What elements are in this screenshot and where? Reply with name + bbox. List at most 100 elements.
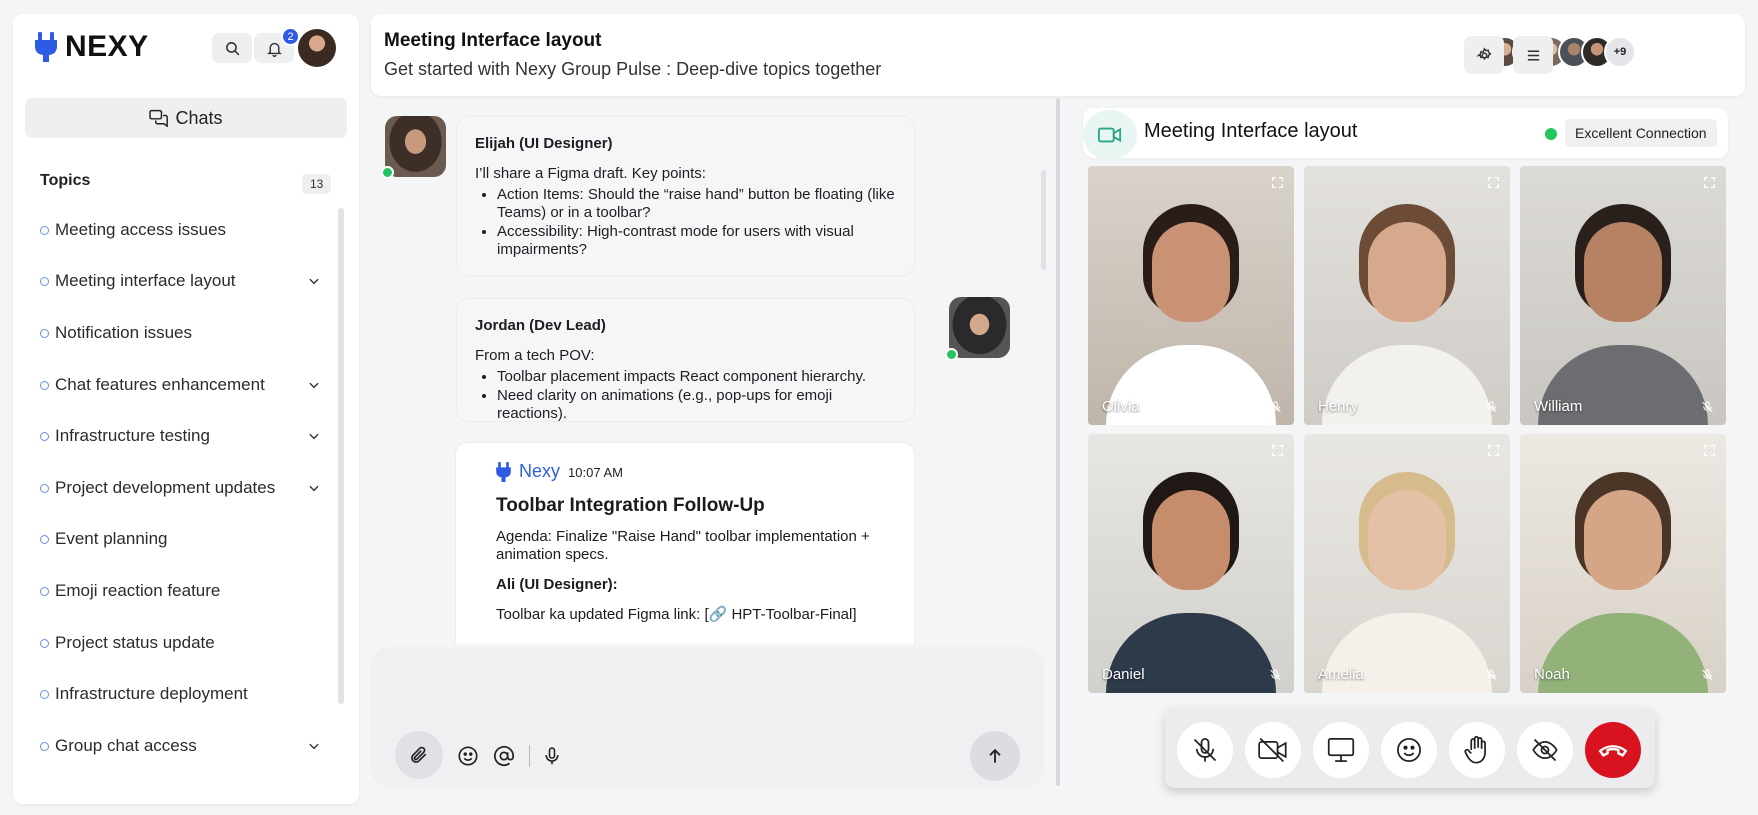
- topic-bullet-icon: [40, 277, 49, 287]
- participant-name: William: [1534, 398, 1583, 415]
- bot-agenda: Agenda: Finalize "Raise Hand" toolbar im…: [496, 528, 870, 564]
- composer-divider: [529, 745, 530, 767]
- chat-scrollbar[interactable]: [1041, 170, 1046, 270]
- participant-face: [1152, 490, 1230, 590]
- chevron-down-icon[interactable]: [307, 481, 321, 495]
- search-icon: [225, 41, 239, 55]
- bell-icon: [266, 42, 282, 57]
- muted-microphone-icon: [1270, 401, 1281, 413]
- toggle-camera-button[interactable]: [1245, 722, 1301, 778]
- participant-video-tile[interactable]: Daniel: [1088, 434, 1294, 693]
- hamburger-menu-icon: [1527, 49, 1539, 61]
- video-camera-icon: [1098, 127, 1122, 143]
- sidebar-topic-item[interactable]: Project development updates: [35, 462, 331, 514]
- figma-link[interactable]: Toolbar ka updated Figma link: [🔗 HPT-To…: [496, 606, 874, 624]
- participant-name: Amelia: [1318, 666, 1364, 683]
- attach-button[interactable]: [395, 731, 443, 779]
- chevron-down-icon[interactable]: [307, 739, 321, 753]
- plug-logo-icon: [35, 32, 57, 62]
- sidebar-topic-item[interactable]: Event planning: [35, 514, 331, 566]
- sidebar-topic-item[interactable]: Meeting access issues: [35, 204, 331, 256]
- tab-chats[interactable]: Chats: [25, 98, 347, 138]
- participant-video-tile[interactable]: Noah: [1520, 434, 1726, 693]
- fullscreen-icon[interactable]: [1487, 444, 1500, 457]
- participant-video-tile[interactable]: Amelia: [1304, 434, 1510, 693]
- hide-self-view-button[interactable]: [1517, 722, 1573, 778]
- chevron-down-icon[interactable]: [307, 274, 321, 288]
- topic-bullet-icon: [40, 535, 49, 545]
- sidebar-topic-item[interactable]: Notification issues: [35, 307, 331, 359]
- sidebar-topic-item[interactable]: Meeting interface layout: [35, 256, 331, 308]
- pane-resize-handle[interactable]: [1056, 98, 1060, 786]
- participant-video-tile[interactable]: Olivia: [1088, 166, 1294, 425]
- chevron-down-icon[interactable]: [307, 378, 321, 392]
- fullscreen-icon[interactable]: [1703, 444, 1716, 457]
- muted-microphone-icon: [1702, 401, 1713, 413]
- message-bullet: Action Items: Should the “raise hand” bu…: [497, 186, 896, 222]
- sidebar-topic-item[interactable]: Emoji reaction feature: [35, 565, 331, 617]
- message-bullet: Need clarity on animations (e.g., pop-up…: [497, 387, 896, 423]
- message-bubble: Jordan (Dev Lead) From a tech POV: Toolb…: [456, 298, 915, 422]
- topic-label: Emoji reaction feature: [55, 580, 221, 600]
- emoji-button[interactable]: [455, 743, 481, 769]
- topic-bullet-icon: [40, 690, 49, 700]
- topic-bullet-icon: [40, 328, 49, 338]
- topic-label: Notification issues: [55, 322, 193, 342]
- elijah-avatar[interactable]: [385, 116, 446, 177]
- participant-name: Henry: [1318, 398, 1359, 415]
- topic-label: Project status update: [55, 632, 215, 652]
- message-bullet: Accessibility: High-contrast mode for us…: [497, 223, 896, 259]
- topic-label: Infrastructure testing: [55, 426, 210, 446]
- message-composer[interactable]: [371, 647, 1044, 787]
- voice-record-button[interactable]: [539, 743, 565, 769]
- reactions-button[interactable]: [1381, 722, 1437, 778]
- send-button[interactable]: [970, 731, 1020, 781]
- participant-name: Daniel: [1102, 666, 1145, 683]
- topic-label: Meeting interface layout: [55, 271, 236, 291]
- more-participants-count[interactable]: +9: [1604, 36, 1636, 68]
- participant-video-tile[interactable]: William: [1520, 166, 1726, 425]
- message-intro: I’ll share a Figma draft. Key points:: [475, 165, 706, 182]
- video-camera-badge: [1083, 110, 1137, 160]
- bot-card-clip: Nexy 10:07 AM Toolbar Integration Follow…: [371, 438, 1051, 644]
- user-avatar[interactable]: [298, 29, 336, 67]
- sidebar-topic-item[interactable]: Group chat access: [35, 720, 331, 772]
- connection-status-dot: [1545, 128, 1557, 140]
- topic-label: Group chat access: [55, 735, 197, 755]
- topic-bullet-icon: [40, 225, 49, 235]
- microphone-icon: [545, 747, 559, 765]
- topics-heading: Topics: [40, 172, 91, 189]
- settings-button[interactable]: [1464, 36, 1504, 74]
- message-author: Elijah (UI Designer): [475, 135, 613, 152]
- share-screen-button[interactable]: [1313, 722, 1369, 778]
- sidebar: NEXY 2 Chats Topics 13 Meeting access is…: [13, 14, 359, 804]
- participant-video-tile[interactable]: Henry: [1304, 166, 1510, 425]
- end-call-button[interactable]: [1585, 722, 1641, 778]
- bot-message-card: Nexy 10:07 AM Toolbar Integration Follow…: [455, 442, 915, 644]
- brand-logo[interactable]: NEXY: [35, 30, 149, 64]
- topic-bullet-icon: [40, 741, 49, 751]
- fullscreen-icon[interactable]: [1271, 444, 1284, 457]
- sidebar-topic-item[interactable]: Chat features enhancement: [35, 359, 331, 411]
- chevron-down-icon[interactable]: [307, 429, 321, 443]
- participant-face: [1368, 222, 1446, 322]
- notifications-button[interactable]: 2: [254, 27, 300, 63]
- mute-microphone-button[interactable]: [1177, 722, 1233, 778]
- fullscreen-icon[interactable]: [1703, 176, 1716, 189]
- search-button[interactable]: [212, 33, 252, 63]
- jordan-avatar[interactable]: [949, 297, 1010, 358]
- mention-button[interactable]: [491, 743, 517, 769]
- menu-button[interactable]: [1513, 36, 1553, 74]
- raise-hand-button[interactable]: [1449, 722, 1505, 778]
- sidebar-topic-item[interactable]: Project status update: [35, 617, 331, 669]
- fullscreen-icon[interactable]: [1271, 176, 1284, 189]
- bot-sub-author: Ali (UI Designer):: [496, 576, 618, 594]
- message-author: Jordan (Dev Lead): [475, 317, 606, 334]
- sidebar-topic-item[interactable]: Infrastructure testing: [35, 410, 331, 462]
- sidebar-topic-item[interactable]: Infrastructure deployment: [35, 668, 331, 720]
- message-timestamp: 10:07 AM: [568, 465, 623, 480]
- gear-icon: [1475, 46, 1492, 60]
- fullscreen-icon[interactable]: [1487, 176, 1500, 189]
- sidebar-scrollbar[interactable]: [338, 208, 344, 704]
- smiley-icon: [1397, 738, 1421, 762]
